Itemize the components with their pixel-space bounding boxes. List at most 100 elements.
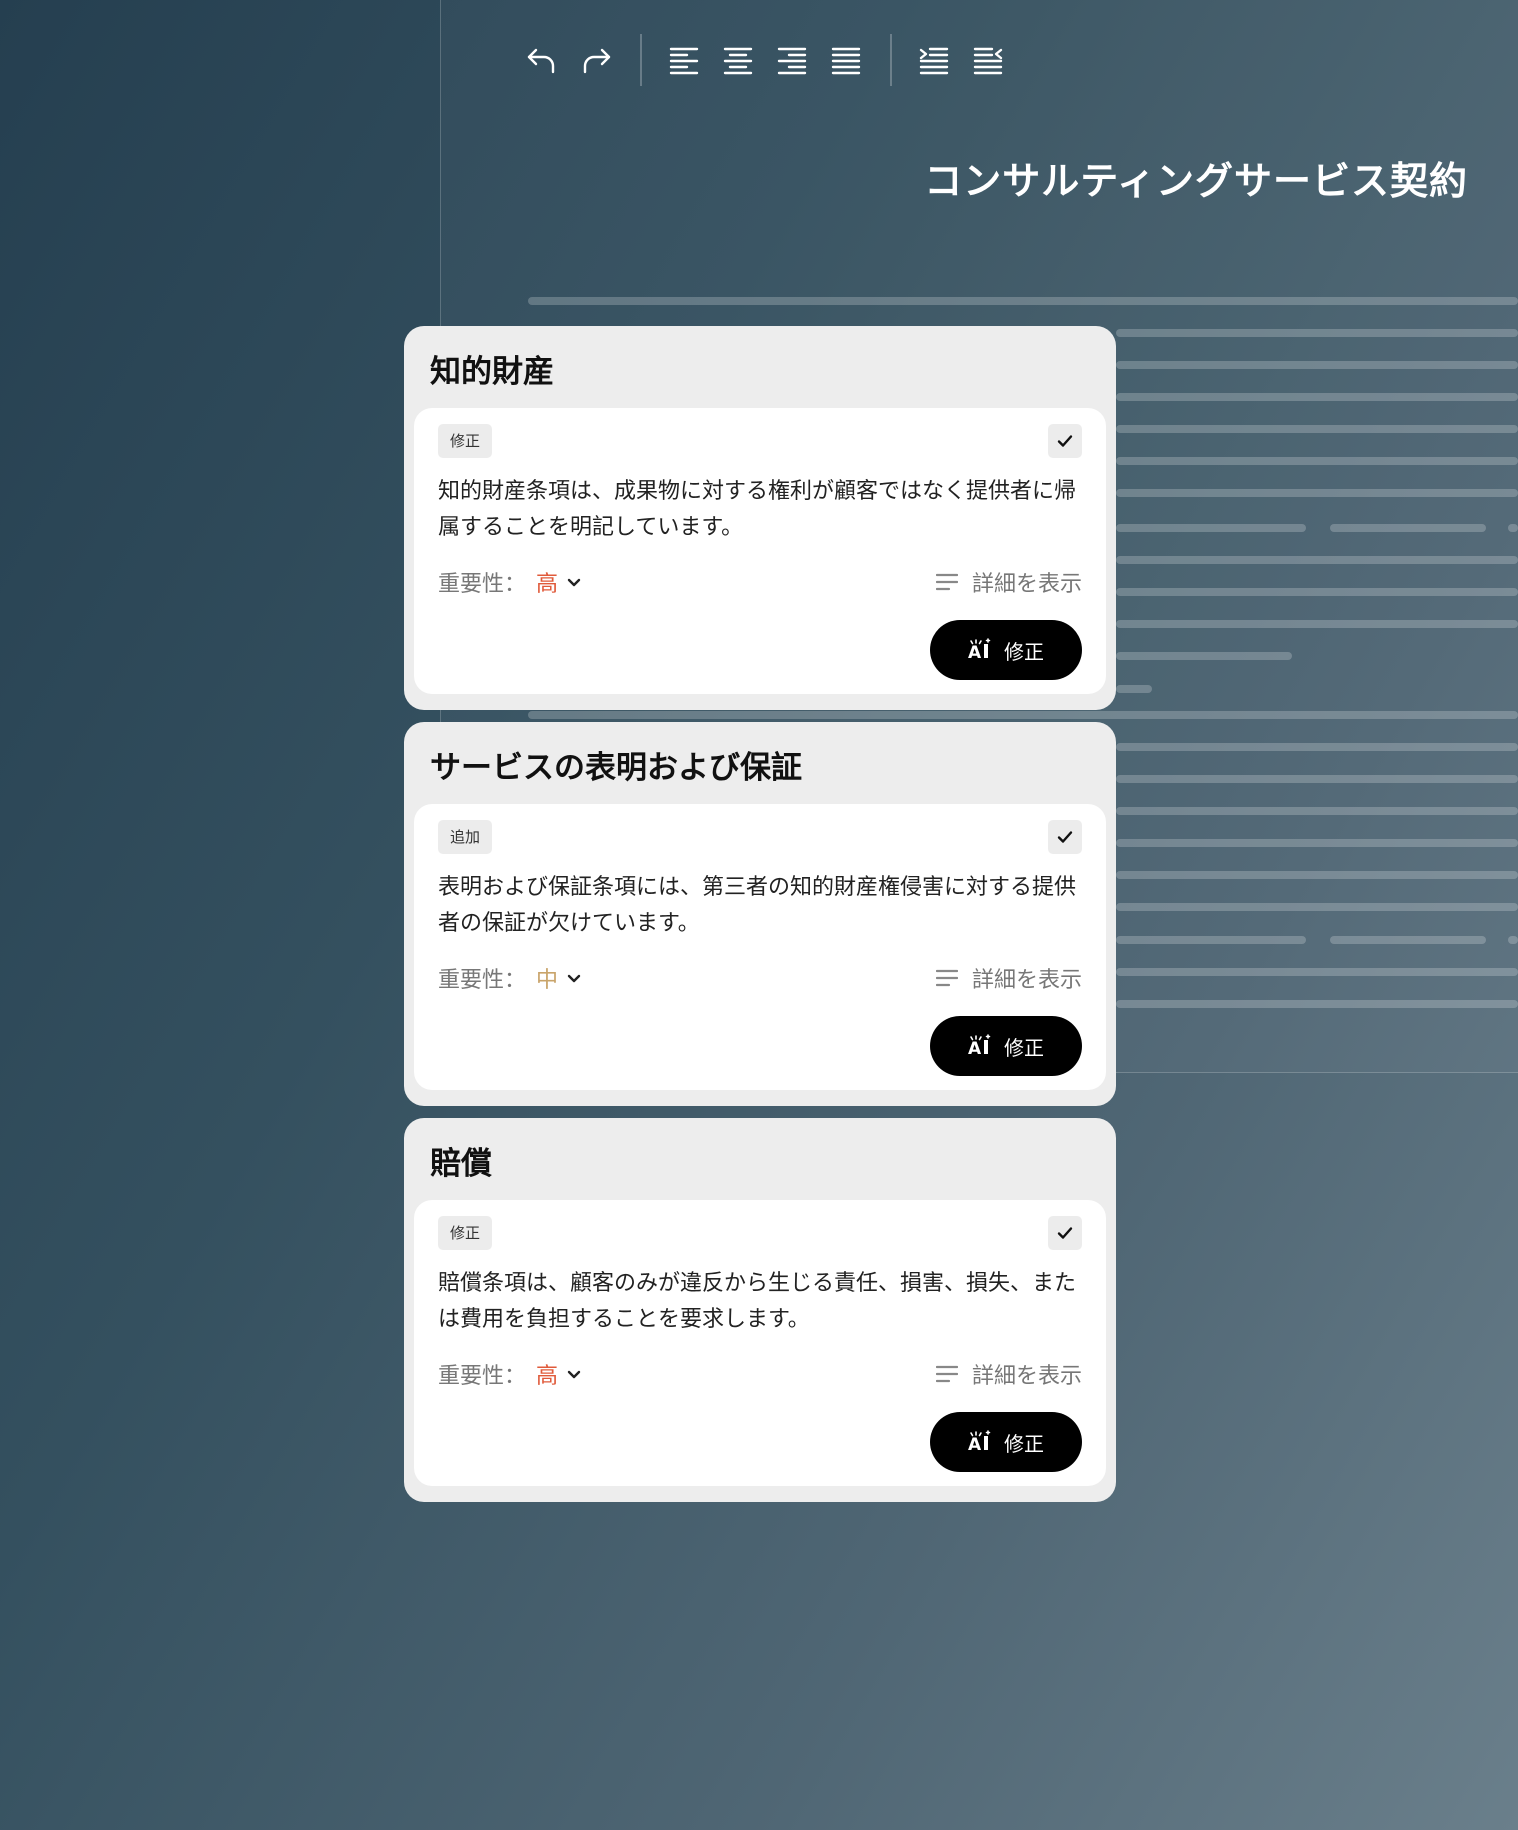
importance-row: 重要性： 中 詳細を表示 bbox=[438, 958, 1082, 998]
checkmark-icon bbox=[1057, 831, 1073, 843]
editor-toolbar bbox=[520, 30, 1020, 90]
text-line bbox=[1116, 685, 1152, 693]
align-justify-button[interactable] bbox=[824, 38, 868, 82]
text-line bbox=[1116, 968, 1518, 976]
align-center-icon bbox=[723, 47, 753, 75]
fix-button-label: 修正 bbox=[1004, 1431, 1044, 1456]
text-line bbox=[1116, 588, 1518, 596]
text-line bbox=[1116, 361, 1518, 369]
ai-edit-icon: A bbox=[968, 1430, 991, 1454]
text-line bbox=[1116, 489, 1518, 497]
text-line bbox=[1116, 1000, 1518, 1008]
text-line bbox=[1116, 620, 1518, 628]
svg-text:A: A bbox=[968, 643, 982, 662]
issue-body: 修正 知的財産条項は、成果物に対する権利が顧客ではなく提供者に帰属することを明記… bbox=[414, 408, 1106, 694]
fix-button[interactable]: A 修正 bbox=[930, 620, 1082, 680]
text-line bbox=[528, 297, 1518, 305]
details-lines-icon bbox=[935, 969, 958, 987]
text-line bbox=[1116, 652, 1292, 660]
issue-body: 修正 賠償条項は、顧客のみが違反から生じる責任、損害、損失、または費用を負担する… bbox=[414, 1200, 1106, 1486]
importance-value: 高 bbox=[536, 572, 559, 597]
importance-value: 中 bbox=[536, 968, 559, 993]
align-center-button[interactable] bbox=[716, 38, 760, 82]
text-line bbox=[1116, 524, 1306, 532]
text-line bbox=[1116, 393, 1518, 401]
issue-body: 追加 表明および保証条項には、第三者の知的財産権侵害に対する提供者の保証が欠けて… bbox=[414, 804, 1106, 1090]
redo-button[interactable] bbox=[574, 38, 618, 82]
chevron-down-icon bbox=[566, 970, 582, 986]
toolbar-separator bbox=[890, 34, 892, 86]
outdent-icon bbox=[973, 47, 1003, 75]
outdent-button[interactable] bbox=[966, 38, 1010, 82]
issue-description: 賠償条項は、顧客のみが違反から生じる責任、損害、損失、または費用を負担することを… bbox=[438, 1271, 1077, 1332]
svg-text:A: A bbox=[968, 1435, 982, 1454]
show-details-label: 詳細を表示 bbox=[971, 1364, 1082, 1389]
importance-label: 重要性： bbox=[438, 572, 527, 597]
ai-edit-icon: A bbox=[968, 638, 991, 662]
importance-row: 重要性： 高 詳細を表示 bbox=[438, 562, 1082, 602]
redo-icon bbox=[583, 48, 611, 74]
chevron-down-icon bbox=[566, 1366, 582, 1382]
issue-section-title: 賠償 bbox=[430, 1146, 492, 1182]
text-line bbox=[528, 711, 1518, 719]
text-line bbox=[1116, 329, 1518, 337]
fix-button[interactable]: A 修正 bbox=[930, 1412, 1082, 1472]
ai-edit-icon: A bbox=[968, 1034, 991, 1058]
show-details-link[interactable]: 詳細を表示 bbox=[935, 962, 1082, 994]
change-type-tag: 追加 bbox=[438, 820, 493, 854]
importance-selector[interactable]: 重要性： 中 bbox=[438, 962, 582, 994]
accept-checkbox[interactable] bbox=[1048, 424, 1082, 458]
checkmark-icon bbox=[1057, 1227, 1073, 1239]
accept-checkbox[interactable] bbox=[1048, 1216, 1082, 1250]
text-line bbox=[1116, 936, 1306, 944]
importance-label: 重要性： bbox=[438, 968, 527, 993]
text-line bbox=[1116, 556, 1518, 564]
show-details-link[interactable]: 詳細を表示 bbox=[935, 1358, 1082, 1390]
issue-section-title: サービスの表明および保証 bbox=[430, 750, 802, 786]
show-details-label: 詳細を表示 bbox=[971, 572, 1082, 597]
text-line bbox=[1508, 524, 1518, 532]
change-type-tag: 修正 bbox=[438, 424, 493, 458]
show-details-link[interactable]: 詳細を表示 bbox=[935, 566, 1082, 598]
checkmark-icon bbox=[1057, 435, 1073, 447]
indent-button[interactable] bbox=[912, 38, 956, 82]
fix-button-label: 修正 bbox=[1004, 1035, 1044, 1060]
issue-card: 賠償 修正 賠償条項は、顧客のみが違反から生じる責任、損害、損失、または費用を負… bbox=[404, 1118, 1116, 1502]
toolbar-separator bbox=[640, 34, 642, 86]
undo-button[interactable] bbox=[520, 38, 564, 82]
importance-row: 重要性： 高 詳細を表示 bbox=[438, 1354, 1082, 1394]
change-type-tag: 修正 bbox=[438, 1216, 493, 1250]
document-title: コンサルティングサービス契約 bbox=[924, 158, 1468, 203]
importance-selector[interactable]: 重要性： 高 bbox=[438, 566, 582, 598]
details-lines-icon bbox=[935, 1365, 958, 1383]
importance-value: 高 bbox=[536, 1364, 559, 1389]
show-details-label: 詳細を表示 bbox=[971, 968, 1082, 993]
align-left-button[interactable] bbox=[662, 38, 706, 82]
indent-icon bbox=[919, 47, 949, 75]
issue-description: 知的財産条項は、成果物に対する権利が顧客ではなく提供者に帰属することを明記してい… bbox=[438, 479, 1077, 540]
fix-button[interactable]: A 修正 bbox=[930, 1016, 1082, 1076]
text-line bbox=[1508, 936, 1518, 944]
fix-button-label: 修正 bbox=[1004, 639, 1044, 664]
issue-section-title: 知的財産 bbox=[430, 354, 554, 390]
issue-card: サービスの表明および保証 追加 表明および保証条項には、第三者の知的財産権侵害に… bbox=[404, 722, 1116, 1106]
issue-description: 表明および保証条項には、第三者の知的財産権侵害に対する提供者の保証が欠けています… bbox=[438, 875, 1077, 936]
align-justify-icon bbox=[831, 47, 861, 75]
text-line bbox=[1116, 743, 1518, 751]
text-line bbox=[1116, 903, 1518, 911]
align-right-button[interactable] bbox=[770, 38, 814, 82]
svg-text:A: A bbox=[968, 1039, 982, 1058]
text-line bbox=[1116, 839, 1518, 847]
accept-checkbox[interactable] bbox=[1048, 820, 1082, 854]
undo-icon bbox=[527, 48, 555, 74]
importance-label: 重要性： bbox=[438, 1364, 527, 1389]
importance-selector[interactable]: 重要性： 高 bbox=[438, 1358, 582, 1390]
align-right-icon bbox=[777, 47, 807, 75]
text-line bbox=[1330, 524, 1486, 532]
details-lines-icon bbox=[935, 573, 958, 591]
issue-card: 知的財産 修正 知的財産条項は、成果物に対する権利が顧客ではなく提供者に帰属する… bbox=[404, 326, 1116, 710]
text-line bbox=[1116, 425, 1518, 433]
text-line bbox=[1116, 871, 1518, 879]
text-line bbox=[1116, 457, 1518, 465]
chevron-down-icon bbox=[566, 574, 582, 590]
